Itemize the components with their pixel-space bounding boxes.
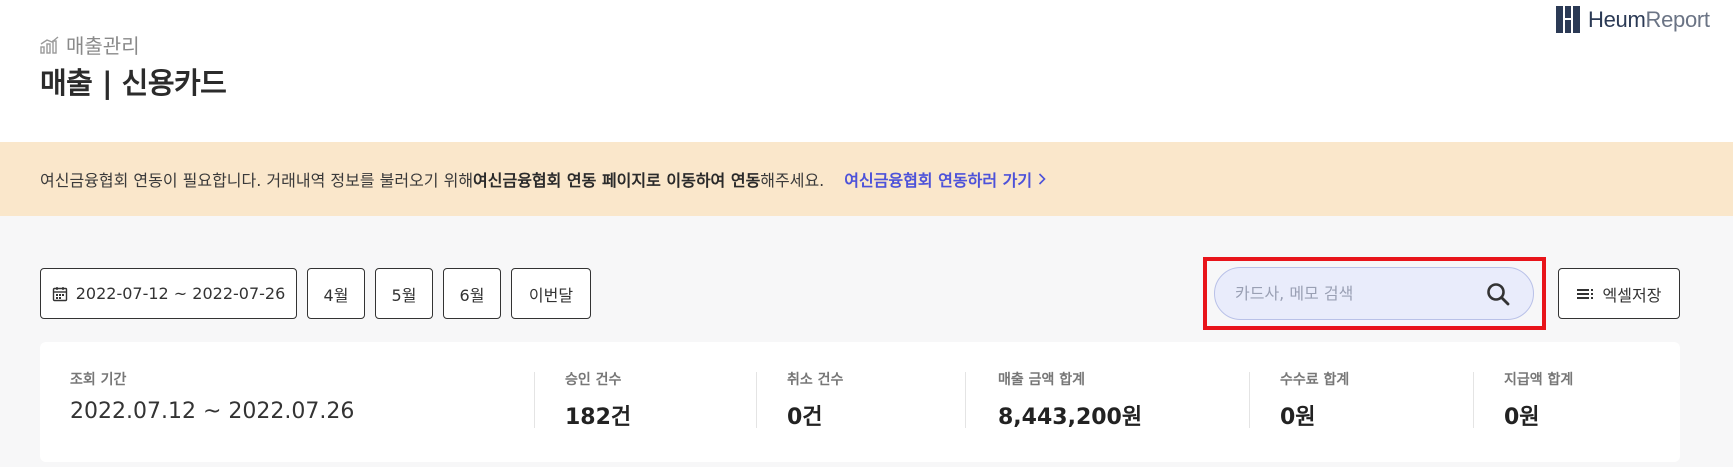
excel-save-button[interactable]: 엑셀저장 <box>1558 268 1680 319</box>
page-title: 매출 | 신용카드 <box>40 66 227 100</box>
month-button-this-month[interactable]: 이번달 <box>511 268 591 319</box>
notice-text-bold: 여신금융협회 연동 페이지로 이동하여 연동 <box>473 171 761 190</box>
fee-total-value: 0원 <box>1280 405 1316 430</box>
sales-total-label: 매출 금액 합계 <box>998 372 1086 388</box>
logo-mark-icon <box>1556 6 1580 33</box>
breadcrumb: 매출관리 <box>40 30 140 59</box>
cancel-count-label: 취소 건수 <box>787 372 844 388</box>
divider <box>965 372 966 428</box>
notice-text-prefix: 여신금융협회 연동이 필요합니다. 거래내역 정보를 불러오기 위해 <box>40 171 474 190</box>
divider <box>1473 372 1474 428</box>
menu-list-icon <box>1576 288 1593 299</box>
integration-notice-banner: 여신금융협회 연동이 필요합니다. 거래내역 정보를 불러오기 위해 여신금융협… <box>0 142 1733 216</box>
divider <box>756 372 757 428</box>
search-input[interactable] <box>1235 284 1475 303</box>
bar-chart-icon <box>40 35 59 54</box>
summary-panel: 조회 기간 2022.07.12 ~ 2022.07.26 승인 건수 182건… <box>40 342 1680 462</box>
brand-logo[interactable]: HeumReport <box>1556 6 1710 33</box>
payout-total-label: 지급액 합계 <box>1504 372 1574 388</box>
approval-count-value: 182건 <box>565 405 632 430</box>
summary-payout-total: 지급액 합계 0원 <box>1504 369 1573 431</box>
fee-total-label: 수수료 합계 <box>1280 372 1350 388</box>
logo-product: Report <box>1645 6 1711 32</box>
summary-period: 조회 기간 2022.07.12 ~ 2022.07.26 <box>70 369 354 424</box>
month-button-june[interactable]: 6월 <box>443 268 501 319</box>
month-button-april[interactable]: 4월 <box>307 268 365 319</box>
sales-total-value: 8,443,200원 <box>998 405 1143 430</box>
summary-period-label: 조회 기간 <box>70 372 127 388</box>
divider <box>1249 372 1250 428</box>
search-icon[interactable] <box>1485 281 1511 307</box>
page-header: 매출관리 매출 | 신용카드 HeumReport <box>0 0 1733 142</box>
logo-brand: Heum <box>1588 6 1646 32</box>
cancel-count-value: 0건 <box>787 405 823 430</box>
summary-approval-count: 승인 건수 182건 <box>565 369 631 431</box>
notice-text-suffix: 해주세요. <box>760 171 825 190</box>
summary-period-value: 2022.07.12 ~ 2022.07.26 <box>70 399 355 424</box>
integration-link[interactable]: 여신금융협회 연동하러 가기 <box>844 167 1046 191</box>
summary-sales-total: 매출 금액 합계 8,443,200원 <box>998 369 1142 431</box>
search-box[interactable] <box>1214 267 1534 320</box>
divider <box>534 372 535 428</box>
date-range-button[interactable]: 2022-07-12 ~ 2022-07-26 <box>40 268 297 319</box>
breadcrumb-label: 매출관리 <box>66 34 140 58</box>
payout-total-value: 0원 <box>1504 405 1540 430</box>
month-button-may[interactable]: 5월 <box>375 268 433 319</box>
calendar-icon <box>52 286 67 301</box>
summary-fee-total: 수수료 합계 0원 <box>1280 369 1349 431</box>
chevron-right-icon <box>1038 173 1046 185</box>
approval-count-label: 승인 건수 <box>565 372 622 388</box>
logo-text: HeumReport <box>1588 7 1710 33</box>
excel-save-label: 엑셀저장 <box>1602 285 1662 305</box>
summary-cancel-count: 취소 건수 0건 <box>787 369 843 431</box>
integration-link-label[interactable]: 여신금융협회 연동하러 가기 <box>844 167 1032 191</box>
date-range-label: 2022-07-12 ~ 2022-07-26 <box>75 284 286 303</box>
